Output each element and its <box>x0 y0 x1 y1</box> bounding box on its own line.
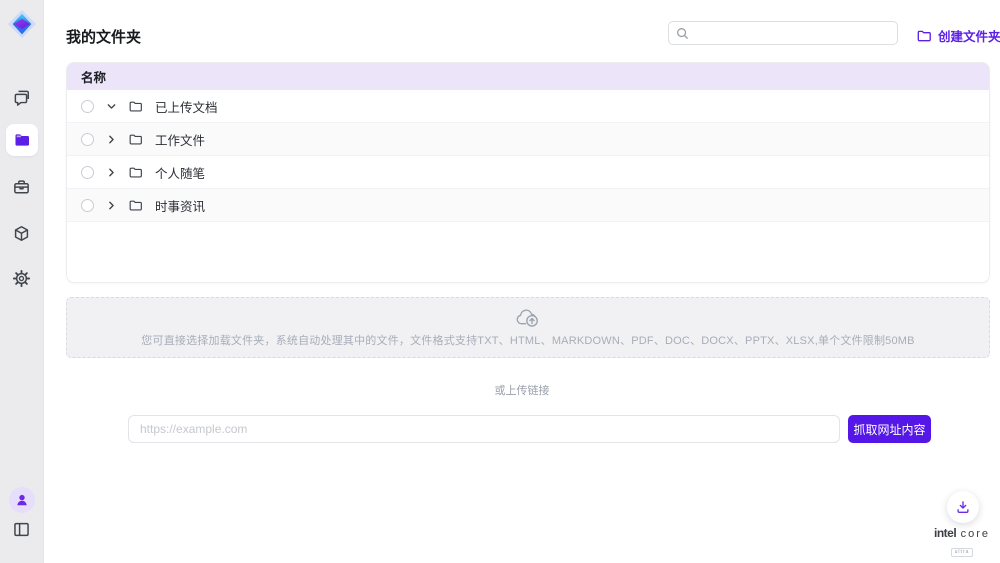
folder-name: 已上传文档 <box>155 97 218 116</box>
diamond-logo-icon <box>7 9 37 39</box>
upload-dropzone[interactable]: 您可直接选择加载文件夹，系统自动处理其中的文件，文件格式支持TXT、HTML、M… <box>66 297 990 358</box>
folder-name: 时事资讯 <box>155 196 205 215</box>
folder-icon <box>128 132 143 147</box>
ultra-badge: ultra <box>951 548 974 557</box>
upload-hint-text: 您可直接选择加载文件夹，系统自动处理其中的文件，文件格式支持TXT、HTML、M… <box>141 332 914 348</box>
row-checkbox[interactable] <box>81 199 94 212</box>
chevron-right-icon[interactable] <box>104 165 118 179</box>
folder-table: 名称 已上传文档 工作文件 <box>66 62 990 283</box>
search-box[interactable] <box>668 21 898 45</box>
table-row[interactable]: 已上传文档 <box>67 90 989 123</box>
sidebar <box>0 0 44 563</box>
row-checkbox[interactable] <box>81 166 94 179</box>
folder-icon <box>128 99 143 114</box>
collapse-sidebar-button[interactable] <box>12 519 32 539</box>
panel-layout-icon <box>12 520 31 539</box>
core-text: core <box>961 528 990 540</box>
app-logo[interactable] <box>6 8 38 40</box>
page-title: 我的文件夹 <box>66 26 141 47</box>
cube-icon <box>12 224 31 243</box>
sidebar-item-chat[interactable] <box>12 87 32 107</box>
person-icon <box>13 491 31 509</box>
search-icon <box>676 27 689 40</box>
table-row[interactable]: 时事资讯 <box>67 189 989 222</box>
search-input[interactable] <box>695 26 890 40</box>
folder-name: 工作文件 <box>155 130 205 149</box>
briefcase-icon <box>12 178 31 197</box>
intel-core-logo: intel core ultra <box>932 525 992 557</box>
folder-filled-icon <box>13 131 31 149</box>
folder-plus-icon <box>916 28 932 44</box>
sidebar-item-settings[interactable] <box>12 268 32 288</box>
table-row[interactable]: 个人随笔 <box>67 156 989 189</box>
chevron-right-icon[interactable] <box>104 198 118 212</box>
cloud-upload-icon <box>515 307 542 328</box>
fetch-url-button[interactable]: 抓取网址内容 <box>848 415 931 443</box>
chat-icon <box>12 88 31 107</box>
folder-name: 个人随笔 <box>155 163 205 182</box>
download-fab-button[interactable] <box>947 491 979 523</box>
or-upload-link-label: 或上传链接 <box>44 382 1000 398</box>
folder-icon <box>128 198 143 213</box>
gear-icon <box>12 269 31 288</box>
sidebar-item-folders[interactable] <box>6 124 38 156</box>
create-folder-label: 创建文件夹 <box>938 26 1000 45</box>
sidebar-item-models[interactable] <box>12 223 32 243</box>
chevron-down-icon[interactable] <box>104 99 118 113</box>
main-content: 我的文件夹 创建文件夹 名称 已上传文档 <box>44 0 1000 563</box>
row-checkbox[interactable] <box>81 100 94 113</box>
sidebar-item-workspace[interactable] <box>12 177 32 197</box>
row-checkbox[interactable] <box>81 133 94 146</box>
table-header-name: 名称 <box>67 63 989 90</box>
chevron-right-icon[interactable] <box>104 132 118 146</box>
intel-text: intel <box>934 526 956 540</box>
download-icon <box>955 499 971 515</box>
folder-icon <box>128 165 143 180</box>
table-row[interactable]: 工作文件 <box>67 123 989 156</box>
url-input[interactable] <box>128 415 840 443</box>
create-folder-button[interactable]: 创建文件夹 <box>916 26 1000 45</box>
user-avatar[interactable] <box>9 487 35 513</box>
